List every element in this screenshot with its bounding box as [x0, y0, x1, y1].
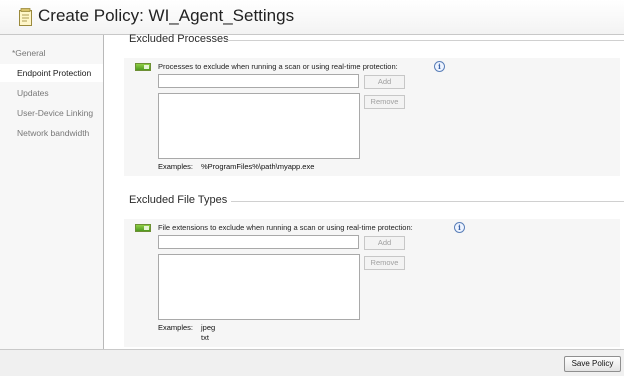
file-type-example: txt [201, 333, 209, 342]
processes-field-label: Processes to exclude when running a scan… [158, 62, 398, 71]
policy-document-icon [19, 8, 32, 26]
sidebar-item-endpoint-protection[interactable]: Endpoint Protection [0, 64, 103, 82]
process-example: %ProgramFiles%\path\myapp.exe [201, 162, 315, 171]
remove-process-button[interactable]: Remove [364, 95, 405, 109]
section-divider [226, 40, 624, 41]
toggle-on-icon[interactable] [135, 224, 151, 232]
file-type-example: jpeg [201, 323, 216, 332]
main-content: Excluded Processes Processes to exclude … [104, 33, 624, 349]
sidebar-item-network-bandwidth[interactable]: Network bandwidth [0, 124, 103, 142]
examples-label: Examples: [158, 162, 194, 171]
examples-label: Examples: [158, 323, 194, 332]
remove-file-type-button[interactable]: Remove [364, 256, 405, 270]
excluded-file-types-heading: Excluded File Types [129, 194, 228, 206]
process-exclusion-list[interactable] [158, 93, 360, 159]
excluded-file-types-panel: File extensions to exclude when running … [124, 219, 620, 347]
title-bar: Create Policy: WI_Agent_Settings [0, 0, 624, 35]
sidebar-item-user-device-linking[interactable]: User-Device Linking [0, 104, 103, 122]
excluded-processes-heading: Excluded Processes [129, 33, 229, 45]
file-type-exclusion-list[interactable] [158, 254, 360, 320]
save-policy-button[interactable]: Save Policy [564, 356, 621, 372]
sidebar: *General Endpoint Protection Updates Use… [0, 35, 104, 349]
sidebar-item-general[interactable]: *General [0, 44, 103, 62]
info-icon[interactable]: i [434, 61, 445, 72]
file-type-input[interactable] [158, 235, 359, 249]
info-icon[interactable]: i [454, 222, 465, 233]
process-input[interactable] [158, 74, 359, 88]
toggle-on-icon[interactable] [135, 63, 151, 71]
page-title: Create Policy: WI_Agent_Settings [38, 6, 295, 25]
excluded-processes-panel: Processes to exclude when running a scan… [124, 58, 620, 176]
sidebar-item-updates[interactable]: Updates [0, 84, 103, 102]
section-divider [231, 201, 624, 202]
add-file-type-button[interactable]: Add [364, 236, 405, 250]
add-process-button[interactable]: Add [364, 75, 405, 89]
file-types-field-label: File extensions to exclude when running … [158, 223, 413, 232]
footer-bar: Save Policy [0, 349, 624, 376]
